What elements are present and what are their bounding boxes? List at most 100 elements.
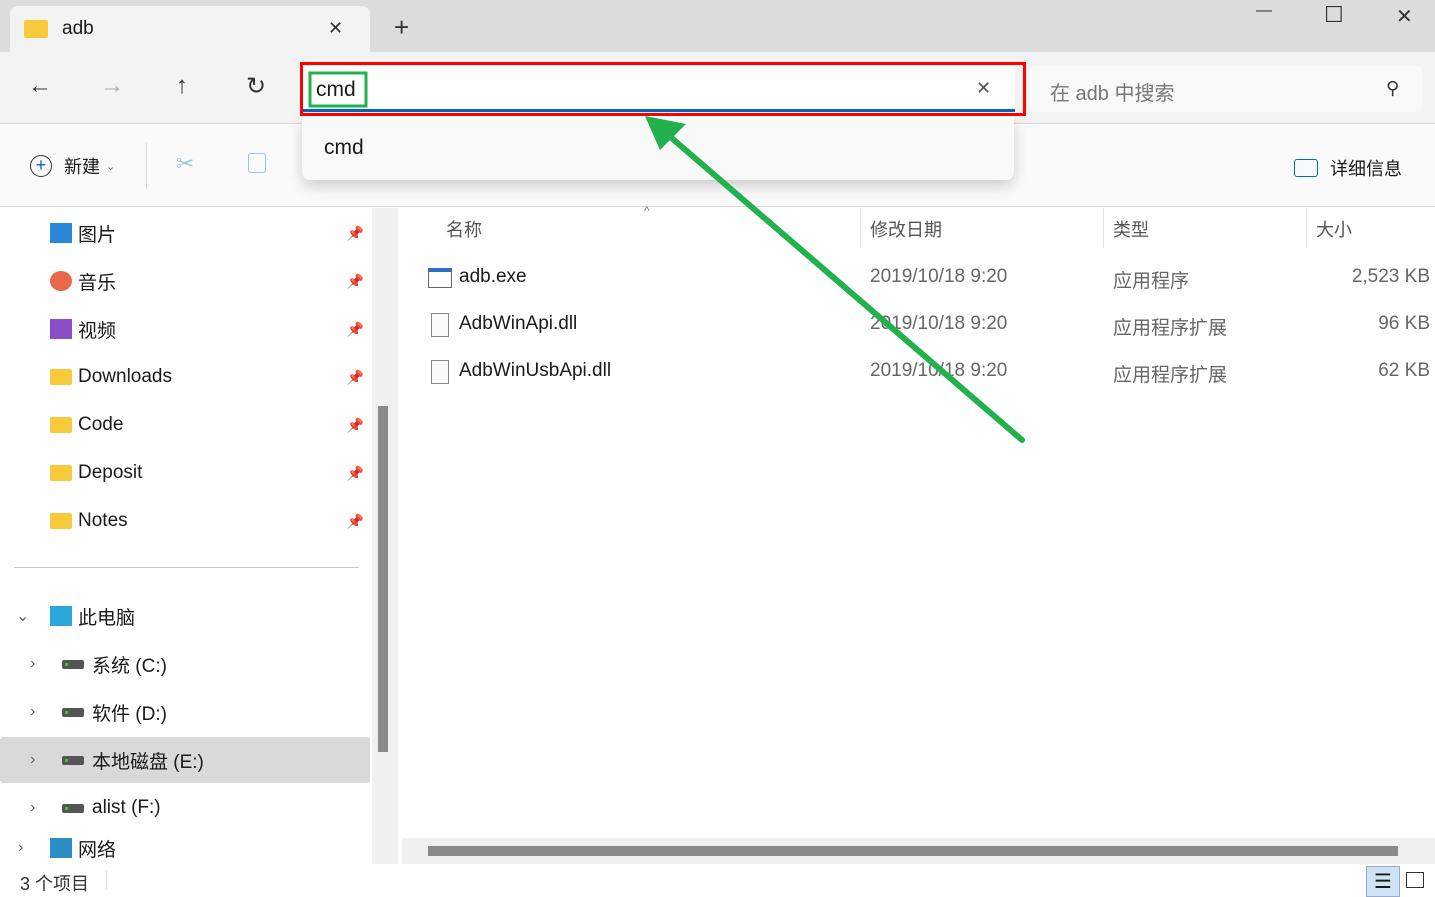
sidebar-item-code[interactable]: Code 📌: [0, 402, 370, 448]
sidebar-label: Notes: [78, 510, 128, 531]
sidebar-item-drive-f[interactable]: › alist (F:): [0, 785, 370, 831]
column-header-date[interactable]: 修改日期: [870, 216, 942, 242]
details-pane-button[interactable]: 详细信息: [1294, 155, 1402, 181]
address-input[interactable]: cmd ✕: [302, 66, 1015, 112]
sidebar-item-downloads[interactable]: Downloads 📌: [0, 354, 370, 400]
sidebar: 图片 📌 音乐 📌 视频 📌 Downloads 📌 Code 📌 Deposit 📌 No…: [0, 208, 370, 864]
network-icon: [50, 838, 72, 858]
divider: [14, 567, 359, 568]
column-header-type[interactable]: 类型: [1113, 216, 1149, 242]
drive-icon: [62, 755, 84, 765]
file-name: AdbWinUsbApi.dll: [459, 360, 612, 381]
sidebar-item-drive-c[interactable]: › 系统 (C:): [0, 641, 370, 687]
address-suggestions: cmd: [302, 116, 1014, 180]
sidebar-label: 此电脑: [78, 607, 136, 629]
plus-circle-icon: +: [30, 155, 52, 177]
folder-icon: [50, 465, 72, 481]
forward-button[interactable]: →: [92, 72, 132, 100]
details-view-button[interactable]: ☰: [1366, 866, 1400, 897]
folder-icon: [50, 417, 72, 433]
cut-icon[interactable]: ✂: [176, 151, 194, 177]
tiles-view-button[interactable]: [1406, 872, 1424, 888]
drive-icon: [62, 707, 84, 717]
file-type: 应用程序扩展: [1113, 365, 1228, 386]
column-header-name[interactable]: 名称: [446, 216, 482, 242]
drive-icon: [62, 803, 84, 813]
item-count: 3 个项目: [20, 874, 90, 894]
divider: [1306, 208, 1307, 248]
pin-icon: 📌: [346, 464, 364, 481]
copy-icon[interactable]: [248, 153, 266, 173]
dll-icon: [431, 313, 449, 337]
sidebar-label: 本地磁盘 (E:): [92, 751, 204, 773]
chevron-down-icon: ⌄: [106, 160, 116, 173]
scrollbar-thumb[interactable]: [428, 846, 1398, 856]
pin-icon: 📌: [346, 512, 364, 529]
pin-icon: 📌: [346, 272, 364, 289]
tab-close-button[interactable]: ✕: [328, 18, 343, 39]
chevron-right-icon: ›: [30, 703, 36, 720]
pin-icon: 📌: [346, 416, 364, 433]
sidebar-item-network[interactable]: › 网络: [0, 833, 370, 863]
chevron-right-icon: ›: [30, 655, 36, 672]
divider: [1103, 208, 1104, 248]
details-pane-icon: [1294, 159, 1318, 177]
refresh-button[interactable]: ↻: [236, 72, 276, 101]
divider: [146, 143, 147, 189]
sidebar-item-pictures[interactable]: 图片 📌: [0, 210, 370, 256]
sidebar-label: 视频: [78, 320, 117, 342]
file-date: 2019/10/18 9:20: [870, 360, 1008, 381]
close-button[interactable]: ✕: [1396, 4, 1413, 29]
tab-adb[interactable]: adb ✕: [10, 6, 370, 54]
music-icon: [50, 271, 72, 291]
sidebar-label: 音乐: [78, 272, 117, 294]
sidebar-label: alist (F:): [92, 797, 161, 818]
clear-address-button[interactable]: ✕: [976, 78, 991, 99]
dll-icon: [431, 360, 449, 384]
suggestion-item[interactable]: cmd: [324, 136, 364, 160]
sidebar-item-notes[interactable]: Notes 📌: [0, 498, 370, 544]
sidebar-label: 系统 (C:): [92, 655, 167, 677]
sidebar-label: Downloads: [78, 366, 172, 387]
file-type: 应用程序扩展: [1113, 318, 1228, 339]
file-size: 62 KB: [1378, 360, 1430, 381]
sidebar-item-this-pc[interactable]: ⌄ 此电脑: [0, 593, 370, 639]
exe-icon: [428, 268, 452, 288]
tab-title: adb: [62, 18, 94, 39]
new-button[interactable]: + 新建 ⌄: [30, 153, 115, 179]
new-tab-button[interactable]: +: [394, 12, 409, 43]
folder-icon: [24, 20, 48, 38]
sidebar-item-drive-e[interactable]: › 本地磁盘 (E:): [0, 737, 370, 783]
scrollbar-thumb[interactable]: [378, 406, 388, 752]
video-icon: [50, 319, 72, 339]
up-button[interactable]: ↑: [162, 72, 202, 100]
sidebar-item-videos[interactable]: 视频 📌: [0, 306, 370, 352]
file-row[interactable]: AdbWinUsbApi.dll 2019/10/18 9:20 应用程序扩展 …: [400, 350, 1435, 396]
search-icon: ⚲: [1386, 78, 1400, 98]
chevron-right-icon: ›: [30, 799, 36, 816]
sidebar-label: Deposit: [78, 462, 143, 483]
column-header-size[interactable]: 大小: [1316, 216, 1352, 242]
file-row[interactable]: AdbWinApi.dll 2019/10/18 9:20 应用程序扩展 96 …: [400, 303, 1435, 349]
chevron-right-icon: ›: [18, 839, 24, 856]
file-row[interactable]: adb.exe 2019/10/18 9:20 应用程序 2,523 KB: [400, 256, 1435, 302]
horizontal-scrollbar[interactable]: [402, 838, 1435, 864]
details-label: 详细信息: [1330, 159, 1402, 179]
file-size: 96 KB: [1378, 313, 1430, 334]
sidebar-item-deposit[interactable]: Deposit 📌: [0, 450, 370, 496]
pin-icon: 📌: [346, 320, 364, 337]
search-input[interactable]: 在 adb 中搜索 ⚲: [1030, 66, 1422, 112]
folder-icon: [50, 513, 72, 529]
sidebar-scrollbar[interactable]: [372, 208, 398, 864]
maximize-button[interactable]: ☐: [1324, 2, 1344, 28]
pin-icon: 📌: [346, 368, 364, 385]
status-bar: 3 个项目 ☰: [0, 864, 1435, 897]
minimize-button[interactable]: —: [1256, 2, 1272, 20]
divider: [860, 208, 861, 248]
file-type: 应用程序: [1113, 271, 1190, 292]
sidebar-label: 网络: [78, 839, 117, 861]
back-button[interactable]: ←: [20, 72, 60, 100]
sidebar-item-music[interactable]: 音乐 📌: [0, 258, 370, 304]
sidebar-item-drive-d[interactable]: › 软件 (D:): [0, 689, 370, 735]
computer-icon: [50, 606, 72, 626]
